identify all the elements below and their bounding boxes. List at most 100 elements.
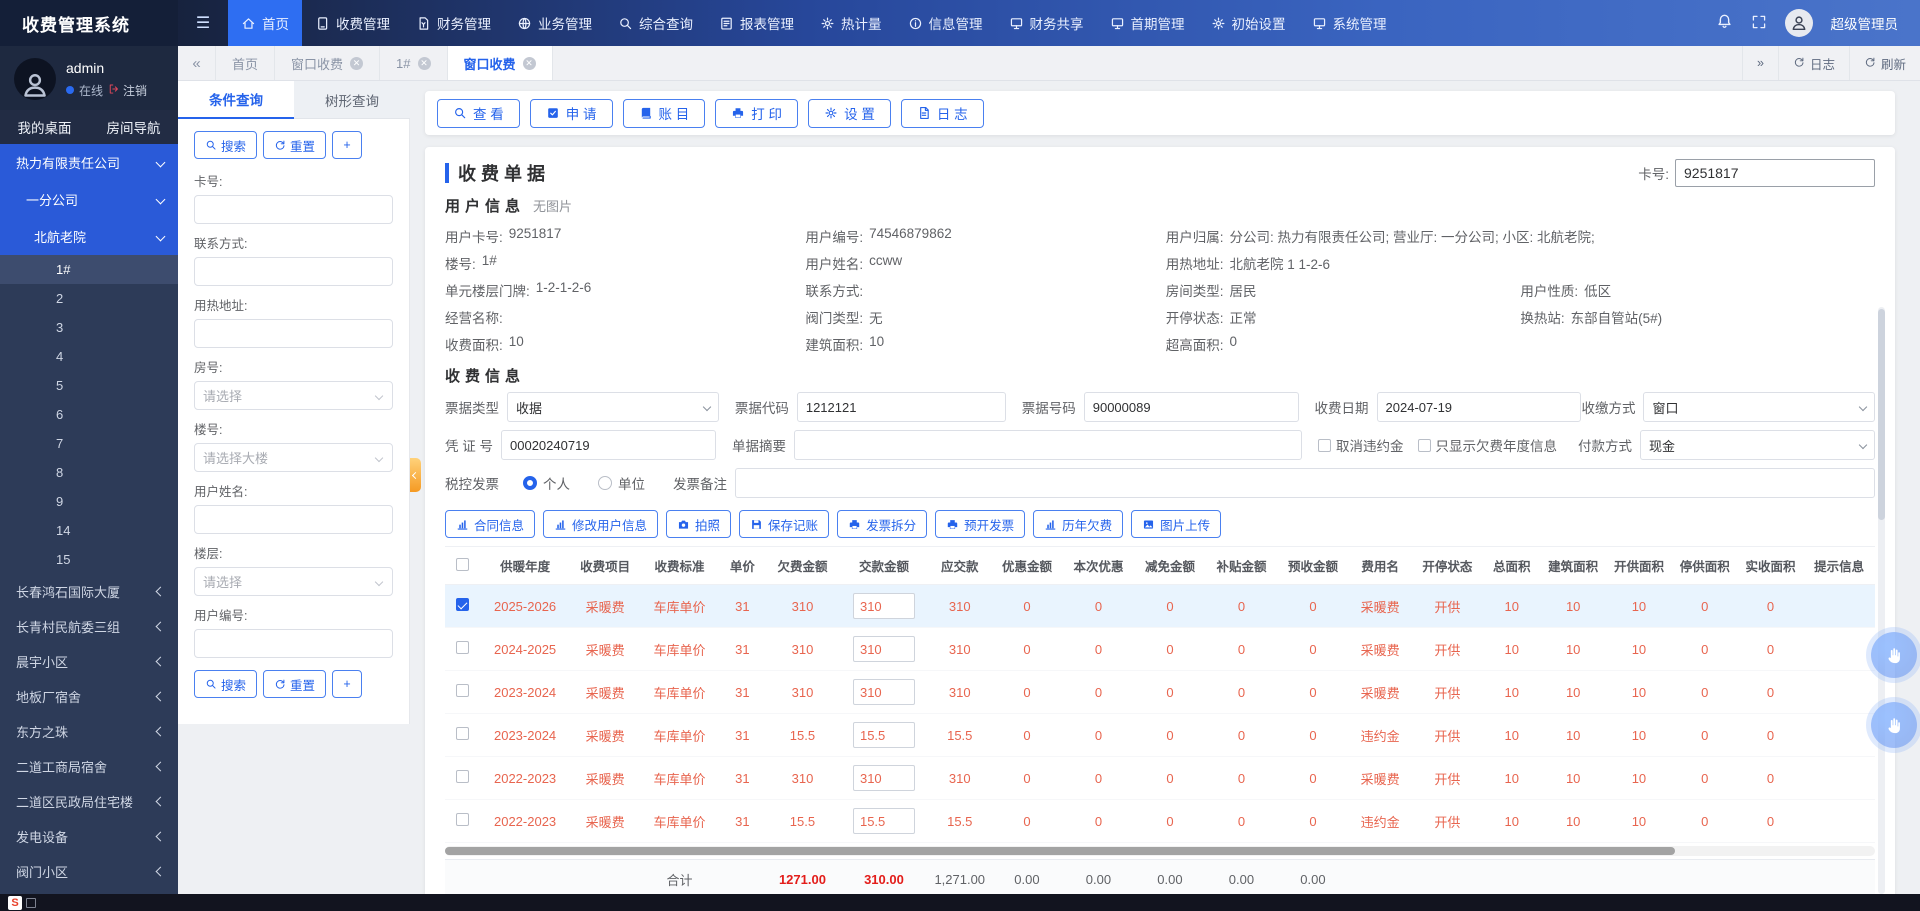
tree-item-地板厂宿舍[interactable]: 地板厂宿舍 — [0, 679, 178, 714]
nav-item-综合查询[interactable]: 综合查询 — [605, 0, 706, 46]
touch-assist-button[interactable] — [1871, 632, 1917, 678]
close-tab-icon[interactable]: ✕ — [350, 57, 363, 70]
nav-item-热计量[interactable]: 热计量 — [807, 0, 895, 46]
vertical-scrollbar-thumb[interactable] — [1878, 309, 1885, 520]
nav-item-财务共享[interactable]: 财务共享 — [996, 0, 1097, 46]
panel-collapse-handle[interactable] — [410, 458, 421, 492]
nav-item-首期管理[interactable]: 首期管理 — [1097, 0, 1198, 46]
tab-condition-query[interactable]: 条件查询 — [178, 81, 294, 119]
row-checkbox[interactable] — [456, 684, 469, 697]
ticket-type-select[interactable]: 收据 — [507, 392, 719, 422]
toolbar-button-打印[interactable]: 打 印 — [715, 99, 798, 128]
close-tab-icon[interactable]: ✕ — [418, 57, 431, 70]
page-tab-首页[interactable]: 首页 — [216, 46, 275, 80]
field-select[interactable]: 请选择 — [194, 567, 393, 596]
ticket-code-input[interactable] — [797, 392, 1006, 422]
tree-item-1#[interactable]: 1# — [0, 255, 178, 284]
tree-item-东方之珠[interactable]: 东方之珠 — [0, 714, 178, 749]
tree-item-4[interactable]: 4 — [0, 342, 178, 371]
fee-date-input[interactable] — [1377, 392, 1582, 422]
action-button-拍照[interactable]: 拍照 — [666, 510, 731, 538]
search-button[interactable]: 搜索 — [194, 131, 257, 159]
close-tab-icon[interactable]: ✕ — [523, 57, 536, 70]
tree-item-热力有限责任公司[interactable]: 热力有限责任公司 — [0, 144, 178, 181]
tree-item-北航老院[interactable]: 北航老院 — [0, 218, 178, 255]
voucher-input[interactable] — [501, 430, 716, 460]
toolbar-button-设置[interactable]: 设 置 — [808, 99, 891, 128]
pay-amount-input[interactable] — [853, 593, 915, 619]
search-button[interactable]: 搜索 — [194, 670, 257, 698]
page-tab-窗口收费[interactable]: 窗口收费✕ — [275, 46, 380, 80]
touch-assist-button[interactable] — [1871, 702, 1917, 748]
nav-item-初始设置[interactable]: 初始设置 — [1198, 0, 1299, 46]
vertical-scrollbar[interactable] — [1878, 307, 1885, 894]
tree-item-15[interactable]: 15 — [0, 545, 178, 574]
tree-item-长青村民航委三组[interactable]: 长青村民航委三组 — [0, 609, 178, 644]
tab-tree-query[interactable]: 树形查询 — [294, 81, 410, 119]
pay-amount-input[interactable] — [853, 765, 915, 791]
tabs-scroll-right-icon[interactable]: » — [1742, 46, 1778, 80]
action-button-历年欠费[interactable]: 历年欠费 — [1033, 510, 1123, 538]
nav-item-首页[interactable]: 首页 — [228, 0, 302, 46]
page-tab-窗口收费[interactable]: 窗口收费✕ — [448, 46, 553, 80]
tree-item-发电设备[interactable]: 发电设备 — [0, 819, 178, 854]
pay-amount-input[interactable] — [853, 679, 915, 705]
tree-item-一分公司[interactable]: 一分公司 — [0, 181, 178, 218]
hamburger-menu-icon[interactable]: ☰ — [178, 0, 228, 46]
refresh-button[interactable]: 刷新 — [1849, 46, 1920, 80]
reset-button[interactable]: 重置 — [263, 131, 326, 159]
action-button-合同信息[interactable]: 合同信息 — [445, 510, 535, 538]
logout-button[interactable]: 注销 — [108, 82, 147, 99]
avatar[interactable] — [1785, 9, 1813, 37]
pay-way-select[interactable]: 现金 — [1640, 430, 1875, 460]
horizontal-scrollbar[interactable] — [445, 846, 1875, 856]
tree-item-8[interactable]: 8 — [0, 458, 178, 487]
action-button-保存记账[interactable]: 保存记账 — [739, 510, 829, 538]
field-select[interactable]: 请选择 — [194, 381, 393, 410]
nav-item-信息管理[interactable]: 信息管理 — [895, 0, 996, 46]
tree-item-2[interactable]: 2 — [0, 284, 178, 313]
tree-item-7[interactable]: 7 — [0, 429, 178, 458]
field-select[interactable]: 请选择大楼 — [194, 443, 393, 472]
tree-item-二道区民政局住宅楼[interactable]: 二道区民政局住宅楼 — [0, 784, 178, 819]
ime-icon[interactable]: S — [8, 896, 22, 910]
field-input[interactable] — [194, 505, 393, 534]
tree-item-14[interactable]: 14 — [0, 516, 178, 545]
field-input[interactable] — [194, 319, 393, 348]
tree-item-3[interactable]: 3 — [0, 313, 178, 342]
action-button-修改用户信息[interactable]: 修改用户信息 — [543, 510, 658, 538]
row-checkbox[interactable] — [456, 641, 469, 654]
log-button[interactable]: 日志 — [1778, 46, 1849, 80]
page-tab-1#[interactable]: 1#✕ — [380, 46, 447, 80]
ime-keyboard-icon[interactable] — [26, 898, 36, 908]
row-checkbox[interactable] — [456, 727, 469, 740]
bell-icon[interactable] — [1716, 13, 1733, 33]
nav-item-财务管理[interactable]: 财务管理 — [403, 0, 504, 46]
select-all-checkbox[interactable] — [456, 558, 469, 571]
pay-amount-input[interactable] — [853, 636, 915, 662]
ticket-no-input[interactable] — [1084, 392, 1299, 422]
reset-button[interactable]: 重置 — [263, 670, 326, 698]
only-arrears-checkbox[interactable]: 只显示欠费年度信息 — [1418, 435, 1558, 455]
scrollbar-thumb[interactable] — [445, 847, 1675, 855]
tree-item-5[interactable]: 5 — [0, 371, 178, 400]
add-button[interactable]: + — [332, 670, 362, 698]
radio-personal[interactable]: 个人 — [523, 473, 570, 493]
sidebar-tab-desktop[interactable]: 我的桌面 — [18, 117, 72, 137]
action-button-预开发票[interactable]: 预开发票 — [935, 510, 1025, 538]
row-checkbox[interactable] — [456, 770, 469, 783]
pay-amount-input[interactable] — [853, 808, 915, 834]
nav-item-系统管理[interactable]: 系统管理 — [1299, 0, 1400, 46]
field-input[interactable] — [194, 629, 393, 658]
invoice-note-input[interactable] — [735, 468, 1875, 498]
nav-item-业务管理[interactable]: 业务管理 — [504, 0, 605, 46]
tree-item-9[interactable]: 9 — [0, 487, 178, 516]
toolbar-button-申请[interactable]: 申 请 — [530, 99, 613, 128]
nav-item-报表管理[interactable]: 报表管理 — [706, 0, 807, 46]
summary-input[interactable] — [794, 430, 1302, 460]
toolbar-button-日志[interactable]: 日 志 — [901, 99, 984, 128]
cancel-penalty-checkbox[interactable]: 取消违约金 — [1318, 435, 1404, 455]
tree-item-二道工商局宿舍[interactable]: 二道工商局宿舍 — [0, 749, 178, 784]
row-checkbox[interactable] — [456, 813, 469, 826]
collect-way-select[interactable]: 窗口 — [1643, 392, 1875, 422]
